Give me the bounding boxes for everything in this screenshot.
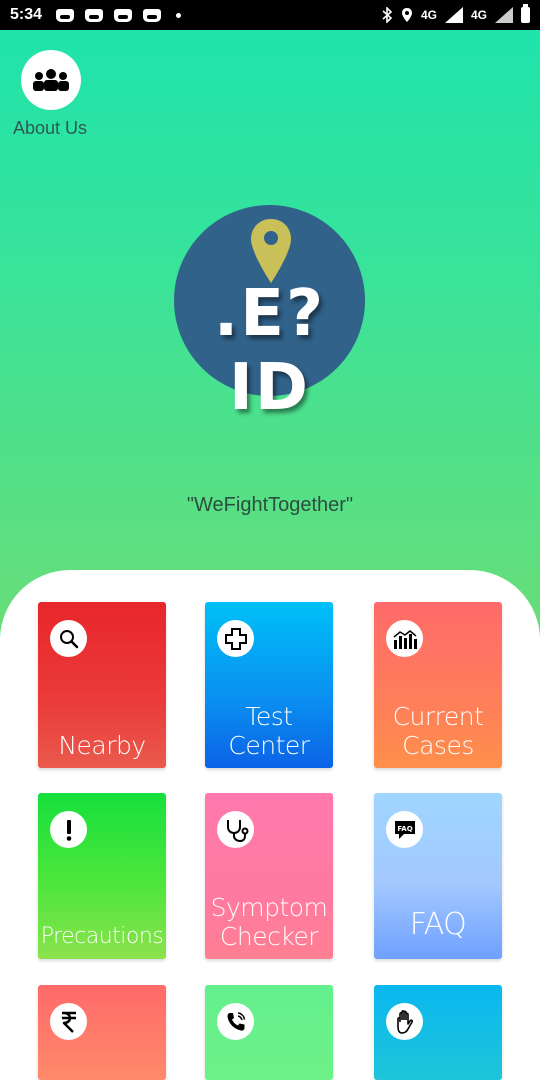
svg-text:FAQ: FAQ [397,825,412,833]
stethoscope-icon [226,819,248,842]
notification-icon [56,8,75,22]
search-icon [59,629,78,648]
phone-icon [227,1011,245,1031]
tile-icon-badge [217,1003,254,1040]
about-us-button[interactable]: About Us [8,50,98,139]
tile-icon-badge [386,620,423,657]
about-us-label: About Us [13,118,88,138]
tile-label-current-cases: Current Cases [392,702,484,760]
notification-icons [56,8,182,22]
network-type-label: 4G [420,8,437,22]
tile-icon-badge [386,1003,423,1040]
tile-precautions[interactable]: Precautions [38,793,166,959]
location-pin-icon [251,219,291,283]
tile-test-center[interactable]: Test Center [205,602,333,768]
tile-faq[interactable]: FAQ FAQ [374,793,502,959]
notification-icon [143,8,162,22]
tile-stop[interactable] [374,985,502,1080]
signal-icon [444,7,463,23]
hand-icon [396,1009,413,1034]
tile-label-faq: FAQ [409,907,467,942]
tile-rupee[interactable] [38,985,166,1080]
medical-cross-icon [224,627,247,650]
rupee-icon [61,1011,76,1033]
tile-icon-badge [217,811,254,848]
tile-icon-badge [50,620,87,657]
logo-text: .E?ID [213,277,326,425]
tile-label-symptom-checker: Symptom Checker [210,893,328,951]
network-type-label-2: 4G [470,8,487,22]
status-time: 5:34 [10,6,43,23]
tile-nearby[interactable]: Nearby [38,602,166,768]
battery-icon [521,4,530,23]
group-icon [33,69,69,91]
tile-label-test-center: Test Center [228,702,310,760]
tile-icon-badge: FAQ [386,811,423,848]
app-logo: .E?ID [174,205,365,425]
status-bar: 5:34 4G 4G [0,0,540,30]
tile-helpline[interactable] [205,985,333,1080]
location-icon [401,8,412,22]
faq-bubble-icon: FAQ [394,820,415,839]
tile-icon-badge [50,811,87,848]
tile-label-precautions: Precautions [40,924,164,949]
about-us-circle[interactable] [21,50,81,110]
notification-icon [85,8,104,22]
tagline: "WeFightTogether" [186,494,354,516]
bar-chart-icon [393,629,417,649]
exclamation-icon [66,819,71,841]
bluetooth-icon [382,7,393,23]
tile-icon-badge [50,1003,87,1040]
tile-current-cases[interactable]: Current Cases [374,602,502,768]
tile-symptom-checker[interactable]: Symptom Checker [205,793,333,959]
signal-icon-2 [495,7,513,23]
tile-icon-badge [217,620,254,657]
tile-label-nearby: Nearby [58,731,146,760]
status-right: 4G 4G [381,4,530,23]
more-notifications-dot [176,12,182,18]
notification-icon [114,8,133,22]
